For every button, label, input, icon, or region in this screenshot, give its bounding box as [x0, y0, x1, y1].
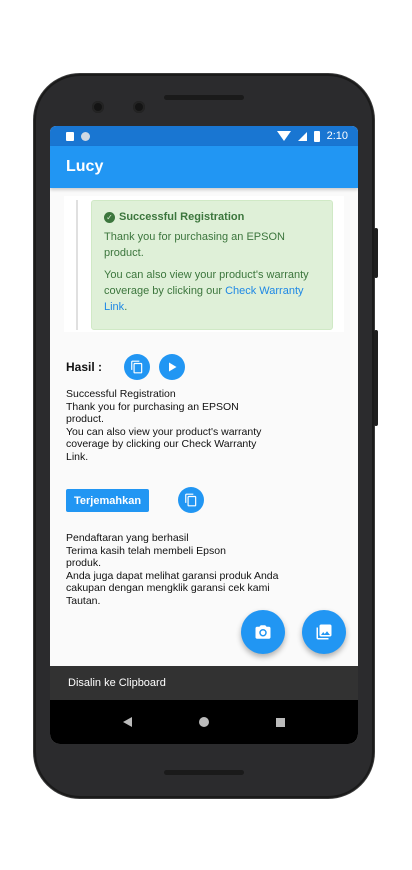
snackbar: Disalin ke Clipboard	[50, 666, 358, 700]
gallery-fab[interactable]	[302, 610, 346, 654]
copy-translation-button[interactable]	[178, 487, 204, 513]
play-speech-button[interactable]	[159, 354, 185, 380]
wifi-icon	[276, 131, 291, 141]
bottom-speaker	[164, 770, 244, 775]
alert-line-1: Thank you for purchasing an EPSON produc…	[104, 231, 285, 259]
status-time: 2:10	[326, 130, 348, 142]
app-title: Lucy	[66, 158, 104, 175]
recent-apps-icon[interactable]	[275, 717, 285, 727]
camera-icon	[255, 625, 271, 639]
back-icon[interactable]	[123, 717, 133, 727]
system-nav-bar	[50, 700, 358, 744]
copy-result-button[interactable]	[124, 354, 150, 380]
alert-title: Successful Registration	[119, 211, 245, 223]
sd-card-icon	[66, 131, 74, 141]
battery-icon	[313, 130, 320, 142]
home-icon[interactable]	[198, 717, 209, 727]
web-result-view[interactable]: ✓ Successful Registration Thank you for …	[64, 196, 344, 332]
status-bar: 2:10	[50, 126, 358, 146]
hasil-row: Hasil :	[66, 354, 194, 380]
power-button	[374, 330, 378, 426]
translated-text: Pendaftaran yang berhasil Terima kasih t…	[66, 532, 279, 607]
front-camera	[92, 101, 104, 113]
hasil-label: Hasil :	[66, 360, 103, 374]
copy-icon	[131, 360, 143, 374]
success-alert: ✓ Successful Registration Thank you for …	[91, 200, 333, 330]
alert-line-2: You can also view your product's warrant…	[104, 267, 320, 315]
copy-icon	[185, 493, 197, 507]
earpiece-speaker	[164, 95, 244, 100]
main-content: ✓ Successful Registration Thank you for …	[50, 188, 358, 744]
result-text: Successful Registration Thank you for pu…	[66, 388, 262, 463]
gallery-icon	[316, 624, 332, 640]
signal-icon	[297, 131, 307, 141]
volume-button	[374, 228, 378, 278]
play-icon	[169, 362, 177, 372]
app-bar: Lucy	[50, 146, 358, 188]
camera-fab[interactable]	[241, 610, 285, 654]
snackbar-message: Disalin ke Clipboard	[68, 677, 166, 689]
translate-button[interactable]: Terjemahkan	[66, 489, 150, 512]
screen: 2:10 Lucy ✓ Successful Registration Than…	[50, 126, 358, 744]
webview-border	[76, 200, 78, 330]
sync-icon	[81, 131, 90, 141]
front-sensor	[133, 101, 145, 113]
alert-line-2-end: .	[124, 301, 128, 313]
check-circle-icon: ✓	[104, 211, 115, 223]
